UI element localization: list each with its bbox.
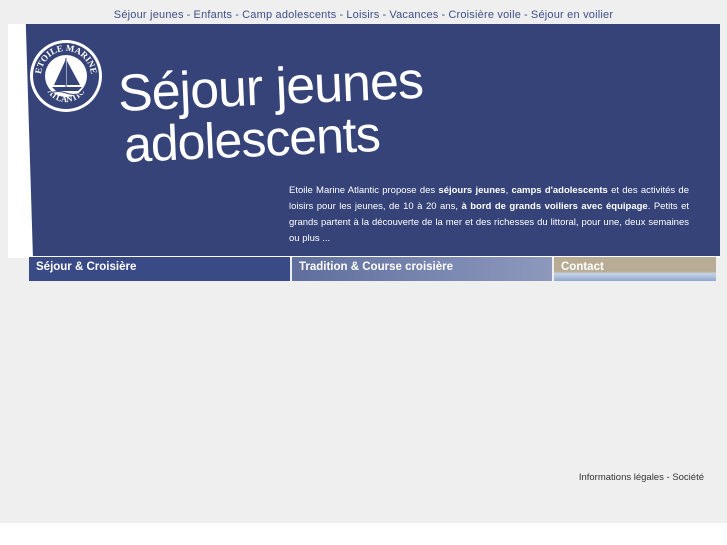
nav-separator: - [382,9,387,21]
intro-bold-camps: camps d'adolescents [511,185,608,196]
legal-info-link[interactable]: Informations légales [579,472,664,483]
intro-bold-voiliers: à bord de grands voiliers avec équipage [461,201,648,212]
nav-link-sejour-en-voilier[interactable]: Séjour en voilier [531,9,613,21]
tab-sejour-croisiere[interactable]: Séjour & Croisière [29,257,290,281]
nav-separator: - [186,9,191,21]
nav-link-camp-adolescents[interactable]: Camp adolescents [242,9,336,21]
nav-separator: - [235,9,240,21]
footer-separator: - [666,472,670,483]
banner-intro-text: Etoile Marine Atlantic propose des séjou… [289,183,689,247]
intro-text: Etoile Marine Atlantic propose des [289,185,439,196]
nav-link-sejour-jeunes[interactable]: Séjour jeunes [114,9,184,21]
nav-separator: - [524,9,528,21]
section-tabs: Séjour & Croisière Tradition & Course cr… [0,257,727,282]
nav-link-vacances[interactable]: Vacances [389,9,438,21]
nav-link-loisirs[interactable]: Loisirs [346,9,379,21]
nav-link-enfants[interactable]: Enfants [194,9,233,21]
footer-links: Informations légales - Société [579,472,704,483]
intro-bold-sejours-jeunes: séjours jeunes [438,185,506,196]
tab-contact[interactable]: Contact [554,257,716,281]
nav-separator: - [339,9,344,21]
hero-banner: ETOILE MARINE ATLANTIC Séjour jeunes ado… [8,24,720,258]
tab-tradition-course-croisiere[interactable]: Tradition & Course croisière [292,257,552,281]
nav-separator: - [441,9,446,21]
banner-title-line2: adolescents [122,105,381,173]
etoile-marine-logo[interactable]: ETOILE MARINE ATLANTIC [28,38,104,114]
bottom-strip [0,523,727,545]
company-link[interactable]: Société [672,472,704,483]
nav-link-croisiere-voile[interactable]: Croisière voile [448,9,521,21]
